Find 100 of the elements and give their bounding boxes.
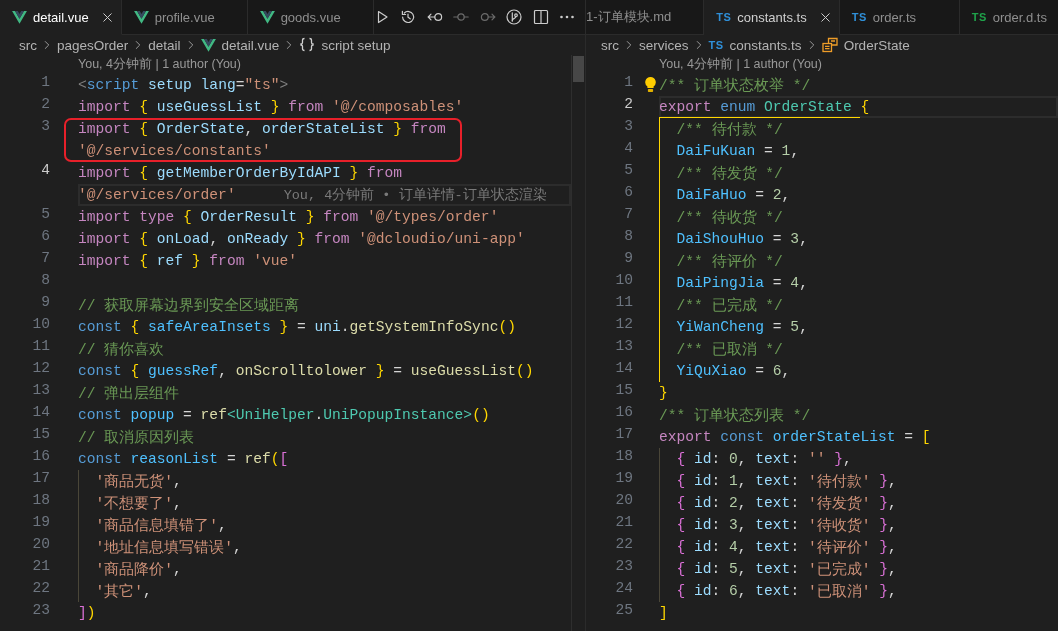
code-line: DaiFaHuo = 2, bbox=[676, 186, 791, 205]
line-number: 4 bbox=[41, 162, 50, 180]
line-number: 1 bbox=[624, 74, 633, 92]
branch-circle-icon[interactable] bbox=[506, 9, 523, 25]
code-line: { id: 4, text: '待评价' }, bbox=[676, 538, 897, 558]
code-line: '@/services/constants' bbox=[78, 142, 271, 161]
vue-logo-icon bbox=[259, 10, 275, 24]
code-line: import { onLoad, onReady } from '@dcloudio/uni-app' bbox=[78, 230, 525, 249]
line-number: 17 bbox=[615, 426, 633, 444]
line-number: 6 bbox=[624, 184, 633, 202]
line-number: 8 bbox=[624, 228, 633, 246]
line-number: 25 bbox=[615, 602, 633, 620]
code-line: /** 待发货 */ bbox=[676, 164, 783, 184]
line-number: 5 bbox=[41, 206, 50, 224]
code-line: '不想要了', bbox=[95, 494, 182, 514]
code-line: /** 待收货 */ bbox=[676, 208, 783, 228]
line-number: 18 bbox=[32, 492, 50, 510]
editor-tab[interactable]: profile.vue bbox=[121, 0, 248, 35]
breadcrumb-item[interactable]: script setup bbox=[299, 37, 391, 53]
code-line: { id: 5, text: '已完成' }, bbox=[676, 560, 897, 580]
editor-tab[interactable]: goods.vue bbox=[247, 0, 374, 35]
code-line: DaiFuKuan = 1, bbox=[676, 142, 800, 161]
code-line: <script setup lang="ts"> bbox=[78, 76, 289, 95]
line-number: 20 bbox=[32, 536, 50, 554]
code-line: { id: 3, text: '待收货' }, bbox=[676, 516, 897, 536]
file-type-label: TS bbox=[708, 39, 724, 51]
code-line: YiQuXiao = 6, bbox=[676, 362, 791, 381]
editor-tab[interactable]: detail.vue bbox=[0, 0, 122, 35]
code-line: export const orderStateList = [ bbox=[659, 428, 931, 447]
breadcrumb-item[interactable]: TS constants.ts bbox=[708, 37, 802, 53]
breadcrumb-item[interactable]: pagesOrder bbox=[57, 37, 129, 53]
line-number: 9 bbox=[41, 294, 50, 312]
code-line: '商品信息填错了', bbox=[95, 516, 227, 536]
blame-annotation: You, 4分钟前 • 订单详情-订单状态渲染 bbox=[283, 186, 547, 205]
line-number: 5 bbox=[624, 162, 633, 180]
code-line: /** 已完成 */ bbox=[676, 296, 783, 316]
breadcrumb-item[interactable]: src bbox=[19, 37, 37, 53]
line-number: 15 bbox=[615, 382, 633, 400]
line-number: 8 bbox=[41, 272, 50, 290]
code-line: const { safeAreaInsets } = uni.getSystemInfoSync() bbox=[78, 318, 516, 337]
editor-tab[interactable]: TS constants.ts bbox=[704, 0, 840, 35]
code-line: '商品无货', bbox=[95, 472, 182, 492]
code-line: // 取消原因列表 bbox=[78, 428, 195, 448]
code-line: // 弹出层组件 bbox=[78, 384, 180, 404]
line-number: 13 bbox=[615, 338, 633, 356]
code-line: // 获取屏幕边界到安全区域距离 bbox=[78, 296, 300, 316]
line-number: 14 bbox=[32, 404, 50, 422]
line-number: 12 bbox=[32, 360, 50, 378]
code-line: { id: 6, text: '已取消' }, bbox=[676, 582, 897, 602]
history-icon[interactable] bbox=[400, 9, 417, 25]
code-line: import { OrderState, orderStateList } from bbox=[78, 120, 446, 139]
breadcrumb-item[interactable]: OrderState bbox=[821, 37, 910, 53]
line-number: 18 bbox=[615, 448, 633, 466]
line-number: 10 bbox=[32, 316, 50, 334]
breadcrumb-item[interactable]: src bbox=[601, 37, 619, 53]
file-type-label: TS bbox=[851, 11, 867, 23]
line-number: 21 bbox=[615, 514, 633, 532]
line-number: 21 bbox=[32, 558, 50, 576]
code-line: const popup = ref<UniHelper.UniPopupInstance>() bbox=[78, 406, 490, 425]
codelens-text[interactable]: You, 4分钟前 | 1 author (You) bbox=[659, 56, 822, 73]
code-line: { id: 0, text: '' }, bbox=[676, 450, 852, 469]
code-line: import { ref } from 'vue' bbox=[78, 252, 297, 271]
breadcrumb-item[interactable]: detail bbox=[148, 37, 181, 53]
scrollbar-thumb[interactable] bbox=[573, 56, 584, 82]
editor-tab[interactable]: TS order.ts bbox=[839, 0, 960, 35]
line-number: 13 bbox=[32, 382, 50, 400]
line-number: 1 bbox=[41, 74, 50, 92]
code-line: ]) bbox=[78, 604, 96, 623]
codelens-text[interactable]: You, 4分钟前 | 1 author (You) bbox=[78, 56, 241, 73]
code-line: import type { OrderResult } from '@/types/order' bbox=[78, 208, 499, 227]
line-number: 14 bbox=[615, 360, 633, 378]
code-line: '@/services/order' bbox=[78, 186, 236, 205]
code-line: import { getMemberOrderByIdAPI } from bbox=[78, 164, 403, 183]
line-number: 16 bbox=[32, 448, 50, 466]
breadcrumb-item[interactable]: services bbox=[639, 37, 689, 53]
line-number: 20 bbox=[615, 492, 633, 510]
enum-icon bbox=[821, 37, 838, 53]
editor-tab[interactable]: 1-订单模块.md bbox=[586, 0, 705, 35]
code-line: /** 待评价 */ bbox=[676, 252, 783, 272]
line-number: 10 bbox=[615, 272, 633, 290]
split-editor-icon[interactable] bbox=[532, 9, 549, 25]
lightbulb-icon[interactable] bbox=[645, 77, 656, 92]
line-number: 7 bbox=[41, 250, 50, 268]
line-number: 16 bbox=[615, 404, 633, 422]
file-type-label: TS bbox=[716, 11, 732, 23]
code-line: ] bbox=[659, 604, 668, 623]
line-number: 2 bbox=[41, 96, 50, 114]
code-line: /** 已取消 */ bbox=[676, 340, 783, 360]
line-number: 23 bbox=[32, 602, 50, 620]
line-number: 19 bbox=[32, 514, 50, 532]
line-number: 22 bbox=[32, 580, 50, 598]
code-line: /** 订单状态枚举 */ bbox=[659, 76, 811, 96]
line-number: 15 bbox=[32, 426, 50, 444]
code-line: '地址信息填写错误', bbox=[95, 538, 242, 558]
line-number: 24 bbox=[615, 580, 633, 598]
breadcrumb-item[interactable]: detail.vue bbox=[200, 37, 280, 53]
code-line: /** 订单状态列表 */ bbox=[659, 406, 811, 426]
code-line: const { guessRef, onScrolltolower } = useGuessList() bbox=[78, 362, 534, 381]
code-line: '其它', bbox=[95, 582, 152, 602]
line-number: 17 bbox=[32, 470, 50, 488]
